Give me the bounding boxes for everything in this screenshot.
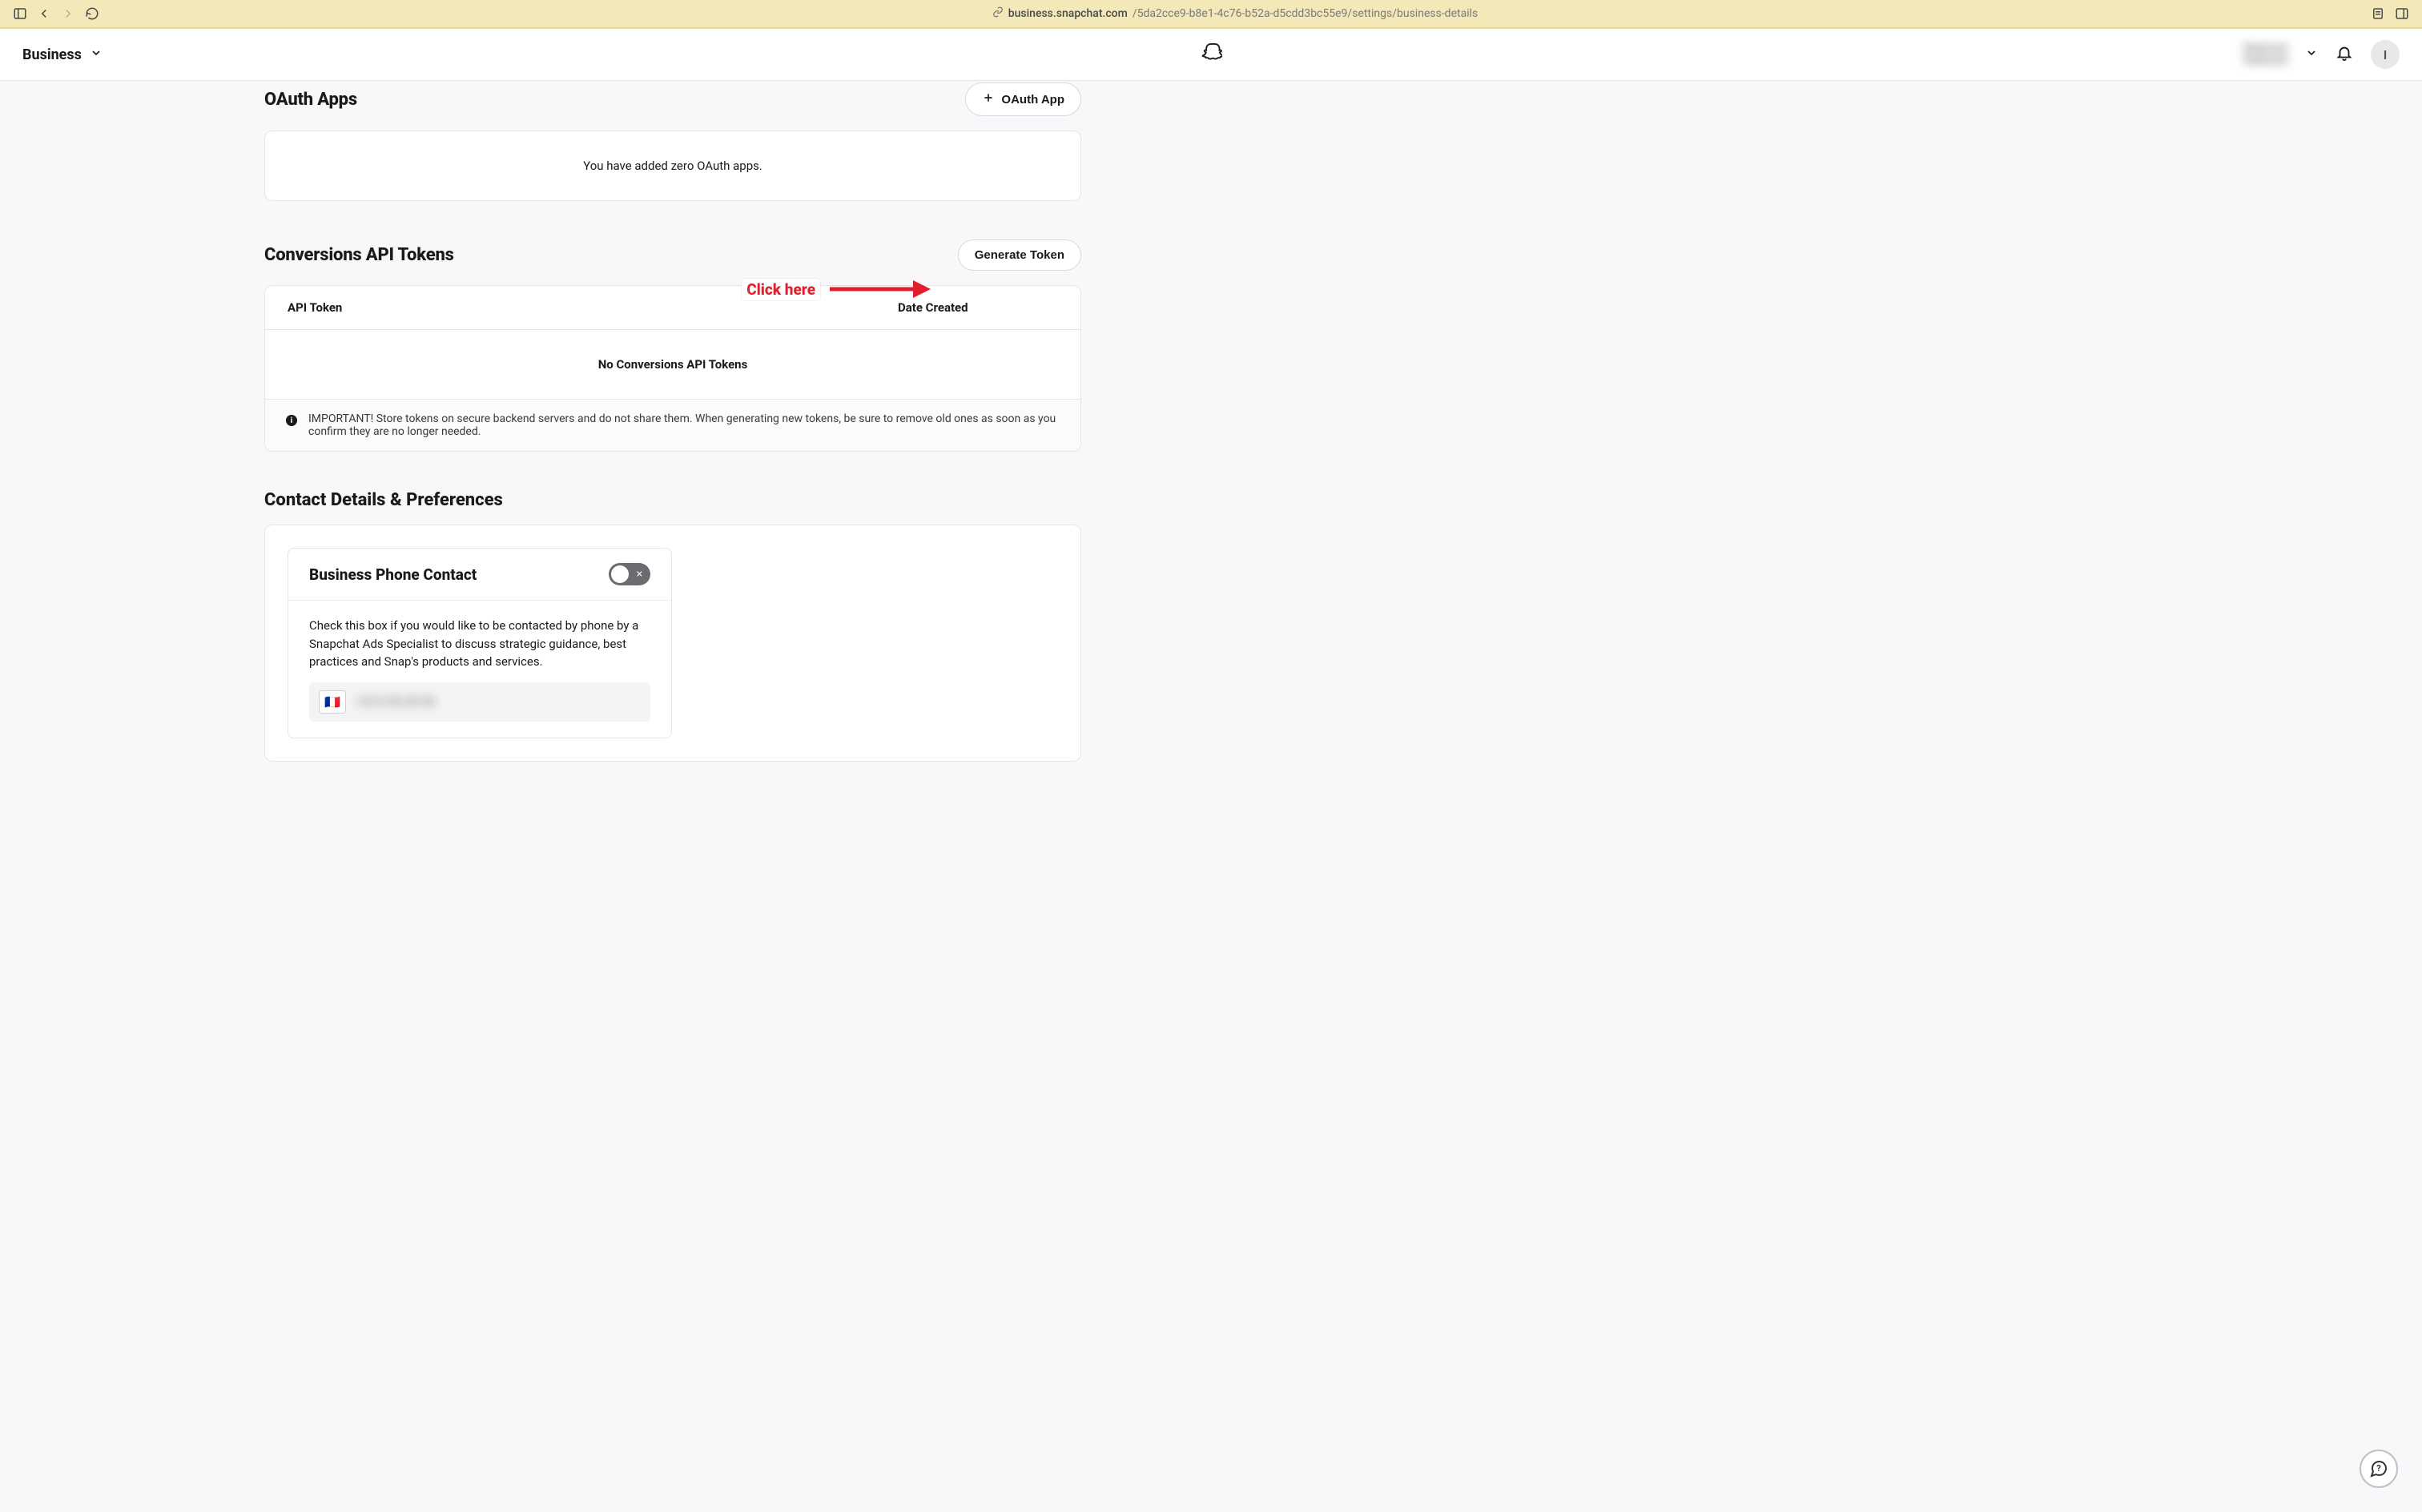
sidebar-toggle-icon[interactable]	[13, 6, 27, 21]
add-oauth-app-button[interactable]: OAuth App	[965, 82, 1081, 116]
link-icon	[992, 6, 1004, 21]
tokens-footer-note: i IMPORTANT! Store tokens on secure back…	[265, 399, 1080, 451]
help-button[interactable]: ?	[2360, 1450, 2398, 1488]
th-date-created: Date Created	[898, 300, 1058, 315]
left-rail	[0, 81, 248, 794]
plus-icon	[982, 91, 995, 107]
nav-label: Business	[22, 46, 82, 63]
phone-value: +33 0 00 00 00	[356, 694, 435, 709]
phone-contact-title: Business Phone Contact	[309, 565, 477, 584]
contact-card: Business Phone Contact ✕ Check this box …	[264, 525, 1081, 762]
chevron-down-icon[interactable]	[2305, 46, 2318, 62]
bell-icon[interactable]	[2336, 44, 2353, 65]
tokens-empty: No Conversions API Tokens	[265, 330, 1080, 399]
app-header: Business Redacted Redacted I	[0, 29, 2422, 81]
country-flag[interactable]: 🇫🇷	[319, 690, 346, 714]
browser-chrome: business.snapchat.com/5da2cce9-b8e1-4c76…	[0, 0, 2422, 29]
oauth-empty-card: You have added zero OAuth apps.	[264, 131, 1081, 201]
chevron-down-icon	[90, 46, 103, 62]
url-domain: business.snapchat.com	[1008, 7, 1128, 20]
phone-field[interactable]: 🇫🇷 +33 0 00 00 00	[309, 682, 650, 722]
nav-dropdown[interactable]: Business	[22, 46, 103, 63]
url-path: /5da2cce9-b8e1-4c76-b52a-d5cdd3bc55e9/se…	[1133, 7, 1478, 20]
tokens-table: API Token Date Created No Conversions AP…	[264, 285, 1081, 452]
tokens-section-header: Conversions API Tokens Generate Token	[264, 239, 1081, 271]
contact-title: Contact Details & Preferences	[264, 490, 1081, 510]
forward-icon	[61, 6, 75, 21]
tabs-icon[interactable]	[2395, 6, 2409, 21]
phone-contact-toggle[interactable]: ✕	[609, 563, 650, 585]
reload-icon[interactable]	[85, 6, 99, 21]
generate-token-button[interactable]: Generate Token	[958, 239, 1081, 271]
th-api-token: API Token	[288, 300, 898, 315]
toggle-knob	[611, 565, 629, 583]
phone-contact-description: Check this box if you would like to be c…	[309, 617, 650, 671]
close-icon: ✕	[636, 569, 643, 580]
account-selector[interactable]: Redacted Redacted	[2243, 42, 2287, 66]
info-icon: i	[286, 415, 297, 426]
avatar[interactable]: I	[2371, 40, 2400, 69]
url-bar[interactable]: business.snapchat.com/5da2cce9-b8e1-4c76…	[109, 6, 2361, 21]
svg-text:?: ?	[2376, 1463, 2381, 1474]
oauth-section-header: OAuth Apps OAuth App	[264, 82, 1081, 116]
back-icon[interactable]	[37, 6, 51, 21]
reader-icon[interactable]	[2371, 6, 2385, 21]
phone-contact-card: Business Phone Contact ✕ Check this box …	[288, 548, 672, 738]
oauth-title: OAuth Apps	[264, 90, 357, 110]
tokens-title: Conversions API Tokens	[264, 245, 454, 265]
snapchat-logo[interactable]	[1200, 42, 1222, 67]
